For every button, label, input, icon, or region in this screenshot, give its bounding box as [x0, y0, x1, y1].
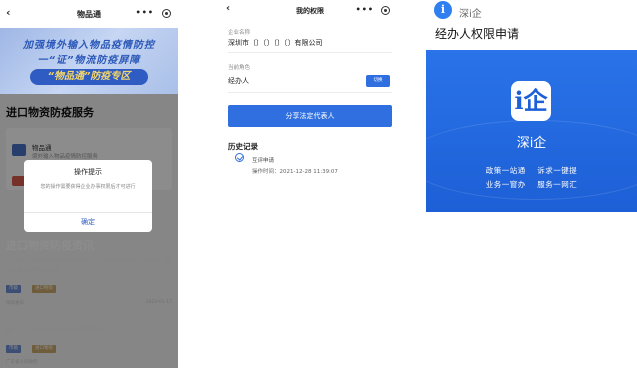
switch-role-button[interactable]: 切换: [366, 75, 390, 87]
back-icon[interactable]: ‹: [226, 3, 230, 14]
nav-bar: ‹ 物品通 •••: [0, 0, 178, 28]
company-label: 企业名称: [228, 30, 251, 36]
target-icon[interactable]: [381, 6, 390, 15]
role-value: 经办人: [228, 77, 249, 85]
page-title: 物品通: [77, 9, 101, 19]
history-title: 历史记录: [228, 142, 258, 151]
dialog-message: 您的操作需要获得企业办事权限后才可进行: [40, 184, 136, 190]
banner[interactable]: 加强境外输入物品疫情防控 一“证”物流防疫屏障 “物品通”防疫专区: [0, 28, 178, 94]
app-big-icon: i企: [511, 81, 551, 121]
page-title: 我的权限: [296, 7, 324, 15]
slogan: 政策一站通: [485, 166, 526, 175]
slogan: 业务一窗办: [485, 180, 526, 189]
panel-wupintong: ‹ 物品通 ••• 加强境外输入物品疫情防控 一“证”物流防疫屏障 “物品通”防…: [0, 0, 178, 368]
dialog-title: 操作提示: [74, 168, 102, 176]
divider: [228, 92, 392, 93]
back-icon[interactable]: ‹: [6, 6, 11, 19]
confirm-button[interactable]: 确定: [24, 217, 152, 227]
slogan-row-2: 业务一窗办 服务一网汇: [426, 179, 637, 190]
divider: [228, 52, 392, 53]
record-status[interactable]: 互评申请: [252, 156, 274, 164]
target-icon[interactable]: [162, 9, 171, 18]
panel-my-permissions: ‹ 我的权限 ••• 企业名称 深圳市〔〕〔〕〔〕〔〕有限公司 当前角色 经办人…: [220, 0, 400, 200]
more-icon[interactable]: •••: [136, 8, 154, 17]
record-time: 操作时间：2021-12-28 11:39:07: [252, 169, 338, 175]
banner-line1: 加强境外输入物品疫情防控: [23, 40, 155, 51]
banner-line3: “物品通”防疫专区: [30, 69, 148, 85]
page-title: 经办人权限申请: [435, 27, 520, 41]
panel-shenqi: i 深i企 经办人权限申请 i企 深i企 政策一站通 诉求一键提 业务一窗办 服…: [426, 0, 637, 212]
slogan-row-1: 政策一站通 诉求一键提: [426, 165, 637, 176]
more-icon[interactable]: •••: [356, 5, 374, 14]
nav-bar: ‹ 我的权限 •••: [220, 0, 400, 22]
slogan: 服务一网汇: [537, 180, 578, 189]
divider: [24, 212, 152, 213]
check-circle-icon: [235, 153, 244, 162]
brand-name: 深i企: [516, 136, 547, 151]
dialog: 操作提示 您的操作需要获得企业办事权限后才可进行 确定: [24, 160, 152, 232]
share-legal-rep-button[interactable]: 分享法定代表人: [228, 105, 392, 127]
company-value: 深圳市〔〕〔〕〔〕〔〕有限公司: [228, 39, 323, 47]
app-logo-icon: i: [434, 1, 452, 19]
promo-card[interactable]: i企 深i企 政策一站通 诉求一键提 业务一窗办 服务一网汇: [426, 50, 637, 212]
role-label: 当前角色: [228, 65, 251, 71]
banner-line2: 一“证”物流防疫屏障: [37, 55, 141, 66]
app-name: 深i企: [459, 9, 482, 20]
slogan: 诉求一键提: [537, 166, 578, 175]
